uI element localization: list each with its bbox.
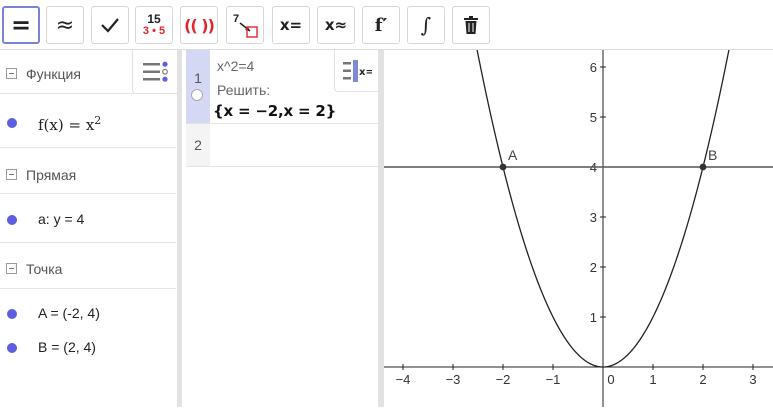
algebra-item-A[interactable]: A = (-2, 4) (0, 300, 176, 328)
delete-button[interactable] (452, 6, 490, 44)
algebra-item-text: A = (-2, 4) (38, 305, 100, 321)
derivative-icon: f′ (374, 14, 388, 36)
integral-icon: ∫ (420, 13, 432, 37)
collapse-icon[interactable] (6, 68, 17, 79)
x-tick-label: −2 (496, 372, 511, 387)
visibility-toggle-icon[interactable] (7, 118, 17, 128)
algebra-item-a[interactable]: a: y = 4 (0, 206, 176, 234)
y-tick-label: 6 (590, 60, 597, 75)
x-tick-label: 2 (699, 372, 706, 387)
x-tick-label: 3 (749, 372, 756, 387)
category-label: Точка (26, 261, 63, 277)
graphics-view[interactable]: −4−3−2−10123123456AB (384, 28, 773, 407)
substitute-button[interactable]: 7 (226, 6, 264, 44)
solve-icon: x= (279, 15, 303, 34)
point-B (699, 163, 707, 171)
divider (186, 123, 380, 124)
x-tick-label: 1 (649, 372, 656, 387)
factor-button[interactable]: 15 3 • 5 (135, 6, 173, 44)
divider (0, 193, 176, 194)
y-tick-label: 2 (590, 260, 597, 275)
category-label: Функция (26, 66, 81, 82)
equals-icon: = (10, 11, 32, 39)
svg-text:x=: x= (359, 67, 372, 78)
category-point[interactable]: Точка (0, 254, 176, 284)
style-bar-icon: x= (342, 59, 372, 82)
visibility-toggle-icon[interactable] (7, 215, 17, 225)
y-tick-label: 5 (590, 110, 597, 125)
sort-list-icon (143, 61, 168, 82)
divider (0, 288, 176, 289)
derivative-button[interactable]: f′ (362, 6, 400, 44)
collapse-icon[interactable] (6, 263, 17, 274)
solve-button[interactable]: x= (272, 6, 310, 44)
cas-input[interactable]: x^2=4 (217, 58, 254, 74)
cas-command-label: Решить: (217, 82, 271, 98)
nsolve-icon: x≈ (324, 15, 348, 34)
x-tick-label: 0 (607, 372, 614, 387)
algebra-item-f[interactable]: f(x) = x2 (0, 109, 176, 137)
algebra-sort-button[interactable] (132, 50, 177, 94)
divider (0, 242, 176, 243)
cas-toolbar: = ≈ 15 3 • 5 (( )) 7 x= x≈ f′ ∫ (0, 0, 773, 50)
algebra-item-text: f(x) = x2 (38, 114, 102, 134)
visibility-toggle-icon[interactable] (7, 309, 17, 319)
collapse-icon[interactable] (6, 169, 17, 180)
y-tick-label: 1 (590, 310, 597, 325)
algebra-item-B[interactable]: B = (2, 4) (0, 334, 176, 362)
factor-bottom-label: 3 • 5 (142, 25, 166, 37)
substitute-icon: 7 (233, 13, 258, 38)
x-tick-label: −3 (446, 372, 461, 387)
expand-button[interactable]: (( )) (180, 6, 218, 44)
x-tick-label: −4 (396, 372, 411, 387)
keep-input-button[interactable] (91, 6, 129, 44)
x-tick-label: −1 (546, 372, 561, 387)
numeric-button[interactable]: ≈ (46, 6, 84, 44)
algebra-item-text: B = (2, 4) (38, 339, 96, 355)
trash-icon (464, 16, 478, 34)
approx-icon: ≈ (55, 12, 75, 38)
cas-row-number[interactable]: 2 (186, 124, 210, 166)
category-label: Прямая (26, 167, 77, 183)
divider (186, 166, 380, 167)
visibility-toggle-icon[interactable] (7, 343, 17, 353)
point-label-A: A (508, 147, 518, 163)
factor-top-label: 15 (147, 12, 161, 26)
category-line[interactable]: Прямая (0, 160, 176, 190)
parentheses-icon: (( )) (184, 15, 215, 35)
y-tick-label: 3 (590, 210, 597, 225)
divider (0, 147, 176, 148)
evaluate-button[interactable]: = (2, 6, 40, 44)
cas-row-radio-icon[interactable] (191, 89, 203, 101)
nsolve-button[interactable]: x≈ (317, 6, 355, 44)
graphics-canvas[interactable]: −4−3−2−10123123456AB (384, 28, 773, 407)
point-label-B: B (708, 147, 717, 163)
point-A (499, 163, 507, 171)
cas-output: {x = −2,x = 2} (213, 102, 337, 120)
cas-row-number[interactable]: 1 (186, 50, 210, 123)
algebra-item-text: a: y = 4 (38, 211, 85, 227)
cas-style-bar-button[interactable]: x= (334, 50, 378, 92)
svg-text:7: 7 (233, 13, 239, 25)
check-icon (101, 18, 119, 33)
integral-button[interactable]: ∫ (407, 6, 445, 44)
